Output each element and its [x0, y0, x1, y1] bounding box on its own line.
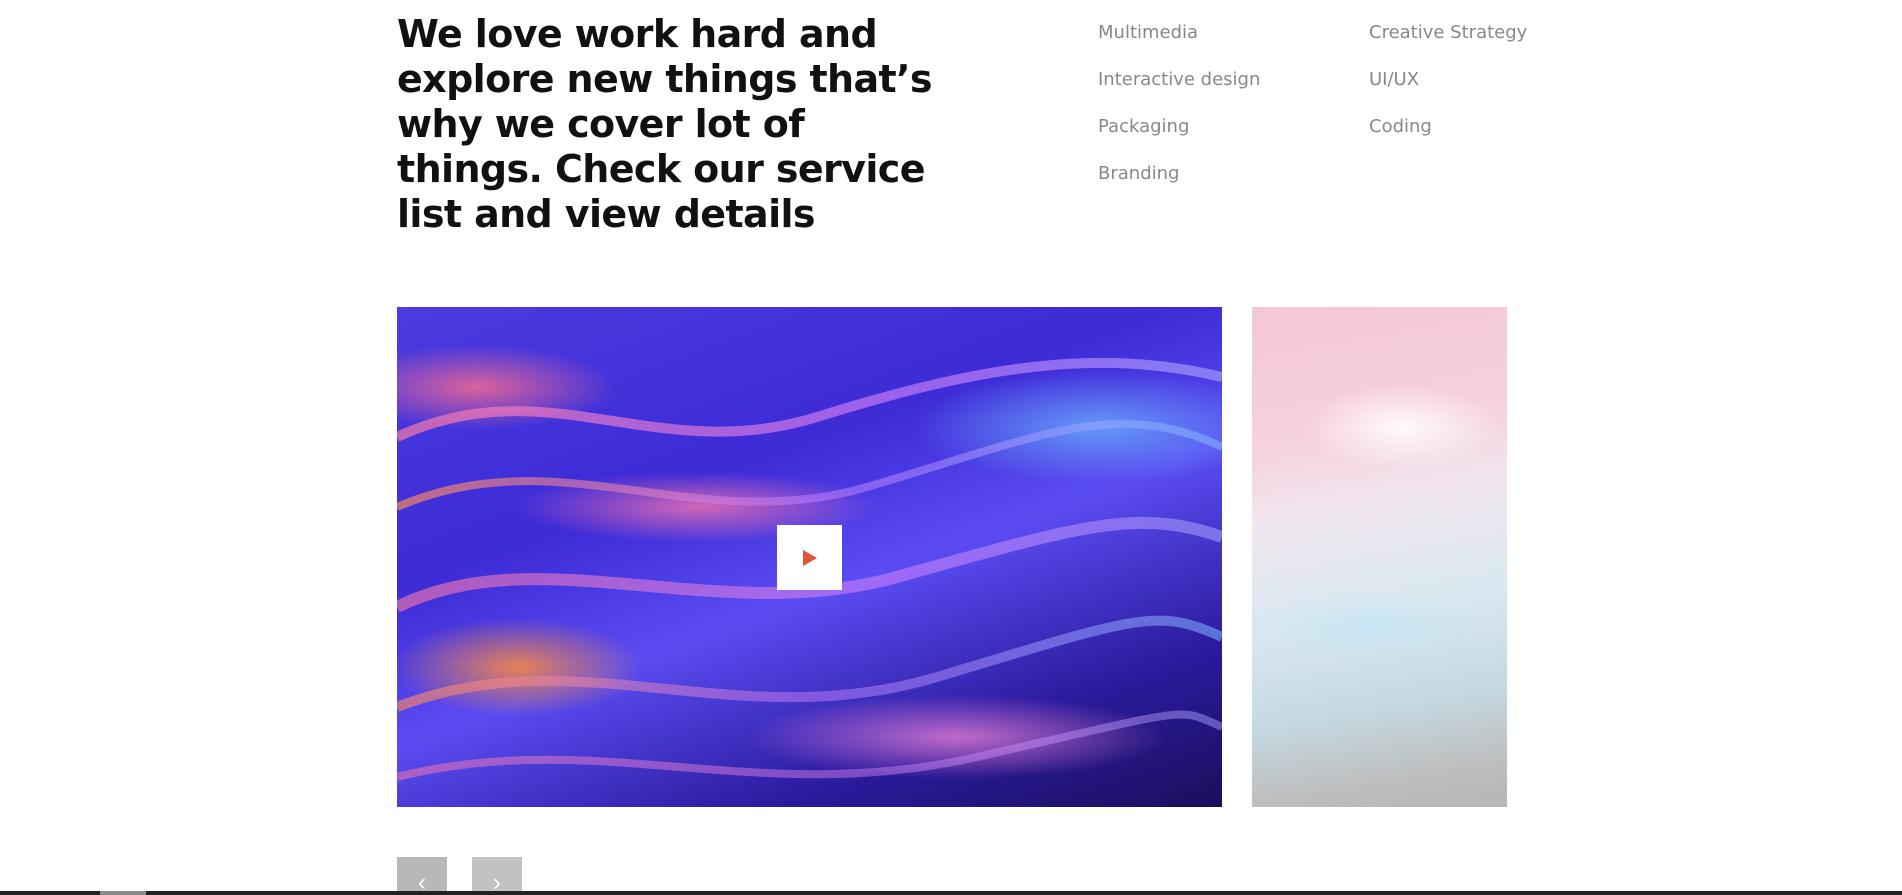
slider-prev-button[interactable]: ‹ [397, 857, 447, 895]
slider-next-button[interactable]: › [472, 857, 522, 895]
play-button[interactable] [777, 525, 842, 590]
next-slide-preview[interactable] [1252, 307, 1507, 807]
scrollbar-thumb[interactable] [100, 891, 146, 895]
service-list: Multimedia Creative Strategy Interactive… [1098, 20, 1527, 208]
horizontal-scrollbar[interactable] [0, 891, 1902, 895]
section-headline: We love work hard and explore new things… [397, 12, 933, 236]
service-link-creative-strategy[interactable]: Creative Strategy [1369, 20, 1527, 67]
service-link-ui-ux[interactable]: UI/UX [1369, 67, 1508, 114]
service-link-coding[interactable]: Coding [1369, 114, 1508, 161]
service-link-interactive-design[interactable]: Interactive design [1098, 67, 1369, 114]
service-link-packaging[interactable]: Packaging [1098, 114, 1369, 161]
play-icon [802, 549, 817, 566]
service-link-multimedia[interactable]: Multimedia [1098, 20, 1369, 67]
service-link-branding[interactable]: Branding [1098, 161, 1369, 208]
page: We love work hard and explore new things… [0, 0, 1902, 895]
video-slide[interactable] [397, 307, 1222, 807]
